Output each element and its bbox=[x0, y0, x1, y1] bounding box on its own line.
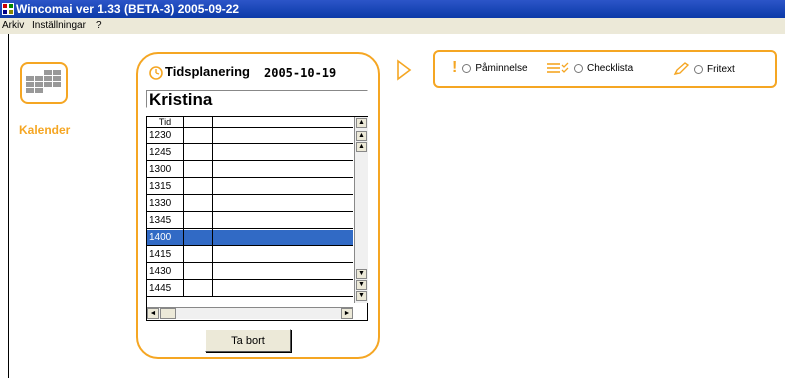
scroll-bottom-icon[interactable]: ▼ bbox=[356, 291, 367, 301]
calendar-button[interactable] bbox=[20, 62, 68, 104]
reminder-label: Påminnelse bbox=[475, 62, 528, 74]
checklist-label: Checklista bbox=[587, 62, 634, 74]
option-checklist[interactable]: Checklista bbox=[547, 62, 633, 74]
schedule-row[interactable]: 1445 bbox=[147, 281, 353, 297]
menu-item-arkiv[interactable]: Arkiv bbox=[2, 18, 24, 34]
schedule-row[interactable]: 1245 bbox=[147, 145, 353, 161]
checklist-radio[interactable] bbox=[574, 63, 583, 73]
option-reminder[interactable]: ! Påminnelse bbox=[452, 59, 528, 76]
column-header-tid: Tid bbox=[147, 117, 184, 127]
column-divider bbox=[183, 117, 184, 297]
option-freetext[interactable]: Fritext bbox=[673, 62, 735, 76]
schedule-row-selected[interactable]: 1400 bbox=[147, 230, 353, 246]
scroll-page-up-icon[interactable]: ▲ bbox=[356, 131, 367, 141]
calendar-label[interactable]: Kalender bbox=[19, 123, 70, 137]
schedule-grid[interactable]: Tid 1230 1245 1300 1315 1330 1345 1400 1… bbox=[146, 116, 368, 321]
scroll-top-icon[interactable]: ▲ bbox=[356, 118, 367, 128]
exclamation-icon: ! bbox=[452, 59, 458, 76]
planner-title: Tidsplanering bbox=[165, 64, 250, 79]
schedule-row[interactable]: 1345 bbox=[147, 213, 353, 229]
scroll-page-down-icon[interactable]: ▼ bbox=[356, 280, 367, 290]
schedule-row[interactable]: 1430 bbox=[147, 264, 353, 280]
vertical-scrollbar[interactable]: ▲ ▲ ▲ ▼ ▼ ▼ bbox=[354, 117, 368, 303]
scroll-right-icon[interactable]: ► bbox=[341, 308, 353, 319]
window-title: Wincomai ver 1.33 (BETA-3) 2005-09-22 bbox=[16, 2, 240, 16]
menu-item-installningar[interactable]: Inställningar bbox=[32, 18, 86, 34]
schedule-row[interactable]: 1230 bbox=[147, 128, 353, 144]
menu-bar: Arkiv Inställningar ? bbox=[0, 18, 785, 34]
schedule-row[interactable]: 1330 bbox=[147, 196, 353, 212]
schedule-row[interactable]: 1315 bbox=[147, 179, 353, 195]
person-name-field[interactable]: Kristina bbox=[146, 90, 368, 109]
menu-item-help[interactable]: ? bbox=[96, 18, 102, 34]
schedule-row[interactable]: 1300 bbox=[147, 162, 353, 178]
schedule-row[interactable]: 1415 bbox=[147, 247, 353, 263]
checklist-icon bbox=[547, 62, 569, 73]
expand-arrow-icon[interactable] bbox=[396, 59, 412, 81]
horizontal-scroll-thumb[interactable] bbox=[160, 308, 176, 319]
scroll-up-icon[interactable]: ▲ bbox=[356, 142, 367, 152]
scroll-down-icon[interactable]: ▼ bbox=[356, 269, 367, 279]
freetext-label: Fritext bbox=[707, 63, 735, 75]
planner-date: 2005-10-19 bbox=[264, 66, 337, 80]
reminder-radio[interactable] bbox=[462, 63, 472, 73]
clock-icon bbox=[149, 66, 163, 80]
column-header-blank bbox=[184, 117, 213, 127]
delete-button[interactable]: Ta bort bbox=[205, 329, 291, 352]
horizontal-scrollbar[interactable]: ◄ ► bbox=[147, 307, 353, 319]
scroll-left-icon[interactable]: ◄ bbox=[147, 308, 159, 319]
pencil-icon bbox=[673, 62, 689, 75]
calendar-icon bbox=[26, 70, 61, 93]
column-divider bbox=[212, 117, 213, 297]
app-icon bbox=[2, 3, 14, 15]
title-bar: Wincomai ver 1.33 (BETA-3) 2005-09-22 bbox=[0, 0, 785, 18]
window-border bbox=[8, 34, 9, 378]
grid-header: Tid bbox=[147, 117, 353, 128]
freetext-radio[interactable] bbox=[694, 64, 703, 74]
